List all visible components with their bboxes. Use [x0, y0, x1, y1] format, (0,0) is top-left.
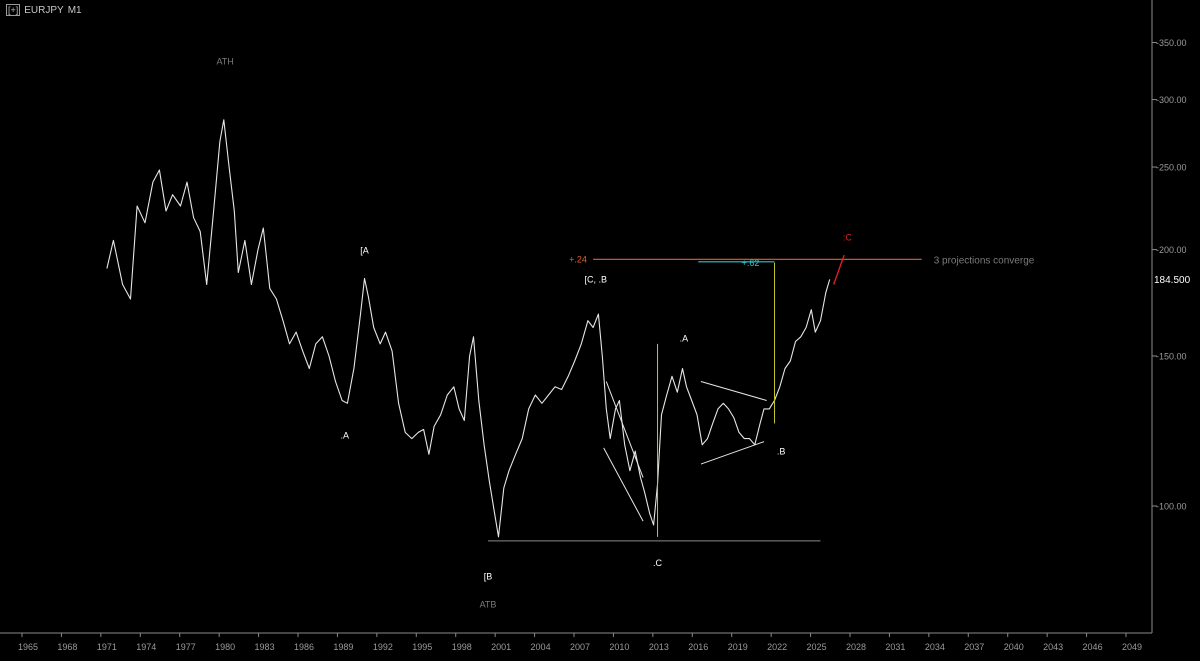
x-tick-label: 1974 [136, 642, 156, 652]
x-tick-label: 1992 [373, 642, 393, 652]
wave-label: .B [777, 446, 786, 456]
price-line [106, 119, 831, 538]
x-tick-label: 2010 [609, 642, 629, 652]
x-tick-label: 2004 [531, 642, 551, 652]
x-tick-label: 2037 [964, 642, 984, 652]
chart: [+] EURJPY M1 -350.00 -300.00 -250.00 -200.… [0, 0, 1200, 661]
wave-label: [A [360, 245, 369, 255]
x-tick-label: 2019 [728, 642, 748, 652]
y-tick-label: -200.00 [1156, 245, 1187, 255]
axes: -350.00 -300.00 -250.00 -200.00 -150.00 -100.… [0, 0, 1191, 652]
wave-label: .C [653, 558, 663, 568]
triangle-upper-line [700, 381, 767, 401]
projection-label-red: :C [843, 232, 853, 242]
triangle-lower-line [700, 441, 765, 465]
x-tick-label: 1980 [215, 642, 235, 652]
last-price-label: 184.500 [1154, 275, 1191, 286]
y-tick-label: -350.00 [1156, 38, 1187, 48]
projection-label-cyan: +.62 [742, 258, 760, 268]
x-tick-label: 2040 [1004, 642, 1024, 652]
x-tick-label: 2007 [570, 642, 590, 652]
x-tick-label: 1983 [255, 642, 275, 652]
projection-label-orange: +.24 [569, 254, 587, 264]
y-tick-label: -100.00 [1156, 502, 1187, 512]
y-tick-label: -300.00 [1156, 95, 1187, 105]
x-tick-label: 1968 [57, 642, 77, 652]
x-tick-label: 2049 [1122, 642, 1142, 652]
wave-label: ATH [216, 56, 233, 66]
x-tick-label: 1989 [333, 642, 353, 652]
x-tick-label: 1977 [176, 642, 196, 652]
drawings [488, 254, 922, 542]
x-tick-label: 1971 [97, 642, 117, 652]
x-tick-label: 2031 [885, 642, 905, 652]
y-tick-label: -250.00 [1156, 163, 1187, 173]
x-tick-label: 2043 [1043, 642, 1063, 652]
wave-label: .A [340, 431, 349, 441]
price-series [106, 119, 831, 538]
wave-label: [C, .B [585, 274, 608, 284]
x-tick-label: 2001 [491, 642, 511, 652]
x-tick-label: 2028 [846, 642, 866, 652]
annotation-labels: +.24 +.62 :C 3 projections converge ATH [A .A [… [216, 56, 1034, 609]
x-tick-label: 2013 [649, 642, 669, 652]
x-tick-label: 2016 [688, 642, 708, 652]
x-tick-label: 1995 [412, 642, 432, 652]
price-chart[interactable]: -350.00 -300.00 -250.00 -200.00 -150.00 -100.… [0, 0, 1200, 661]
y-tick-label: -150.00 [1156, 352, 1187, 362]
x-tick-label: 1965 [18, 642, 38, 652]
x-tick-label: 1986 [294, 642, 314, 652]
x-tick-label: 2025 [807, 642, 827, 652]
converge-note: 3 projections converge [934, 255, 1035, 266]
x-tick-label: 2046 [1083, 642, 1103, 652]
x-tick-label: 1998 [452, 642, 472, 652]
wave-label: ATB [480, 600, 497, 610]
wave-label: [B [484, 571, 493, 581]
x-tick-label: 2022 [767, 642, 787, 652]
x-tick-label: 2034 [925, 642, 945, 652]
wave-label: .A [680, 333, 689, 343]
